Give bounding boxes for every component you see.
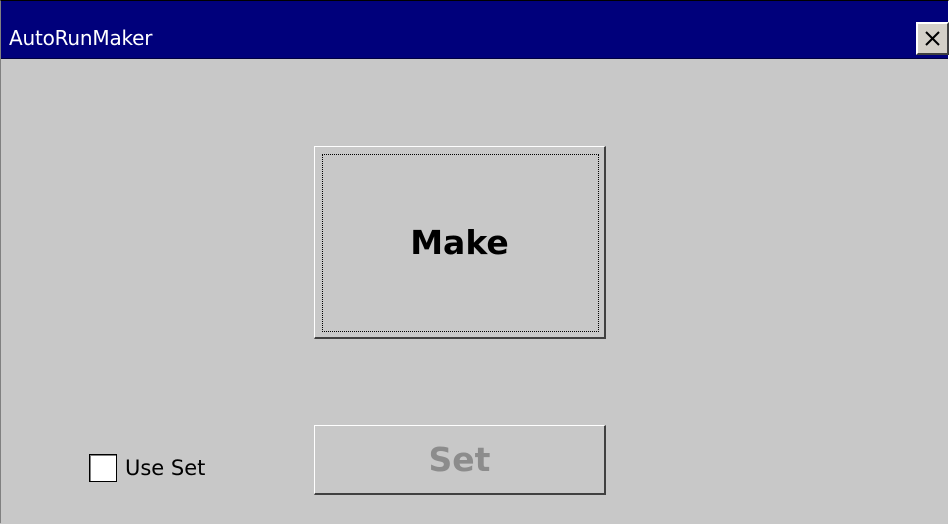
window-title: AutoRunMaker — [9, 26, 153, 50]
make-button[interactable]: Make — [314, 146, 606, 339]
use-set-label[interactable]: Use Set — [125, 456, 205, 480]
autorunmaker-window: AutoRunMaker Make Use Set Set — [0, 0, 949, 524]
use-set-checkbox[interactable] — [89, 454, 117, 482]
use-set-checkbox-row[interactable]: Use Set — [89, 453, 205, 483]
close-icon — [925, 31, 940, 46]
title-bar[interactable]: AutoRunMaker — [1, 1, 949, 59]
make-button-label: Make — [410, 222, 509, 262]
set-button[interactable]: Set — [314, 425, 606, 495]
close-button[interactable] — [916, 22, 949, 55]
client-area: Make Use Set Set — [1, 59, 948, 524]
set-button-label: Set — [428, 440, 491, 479]
